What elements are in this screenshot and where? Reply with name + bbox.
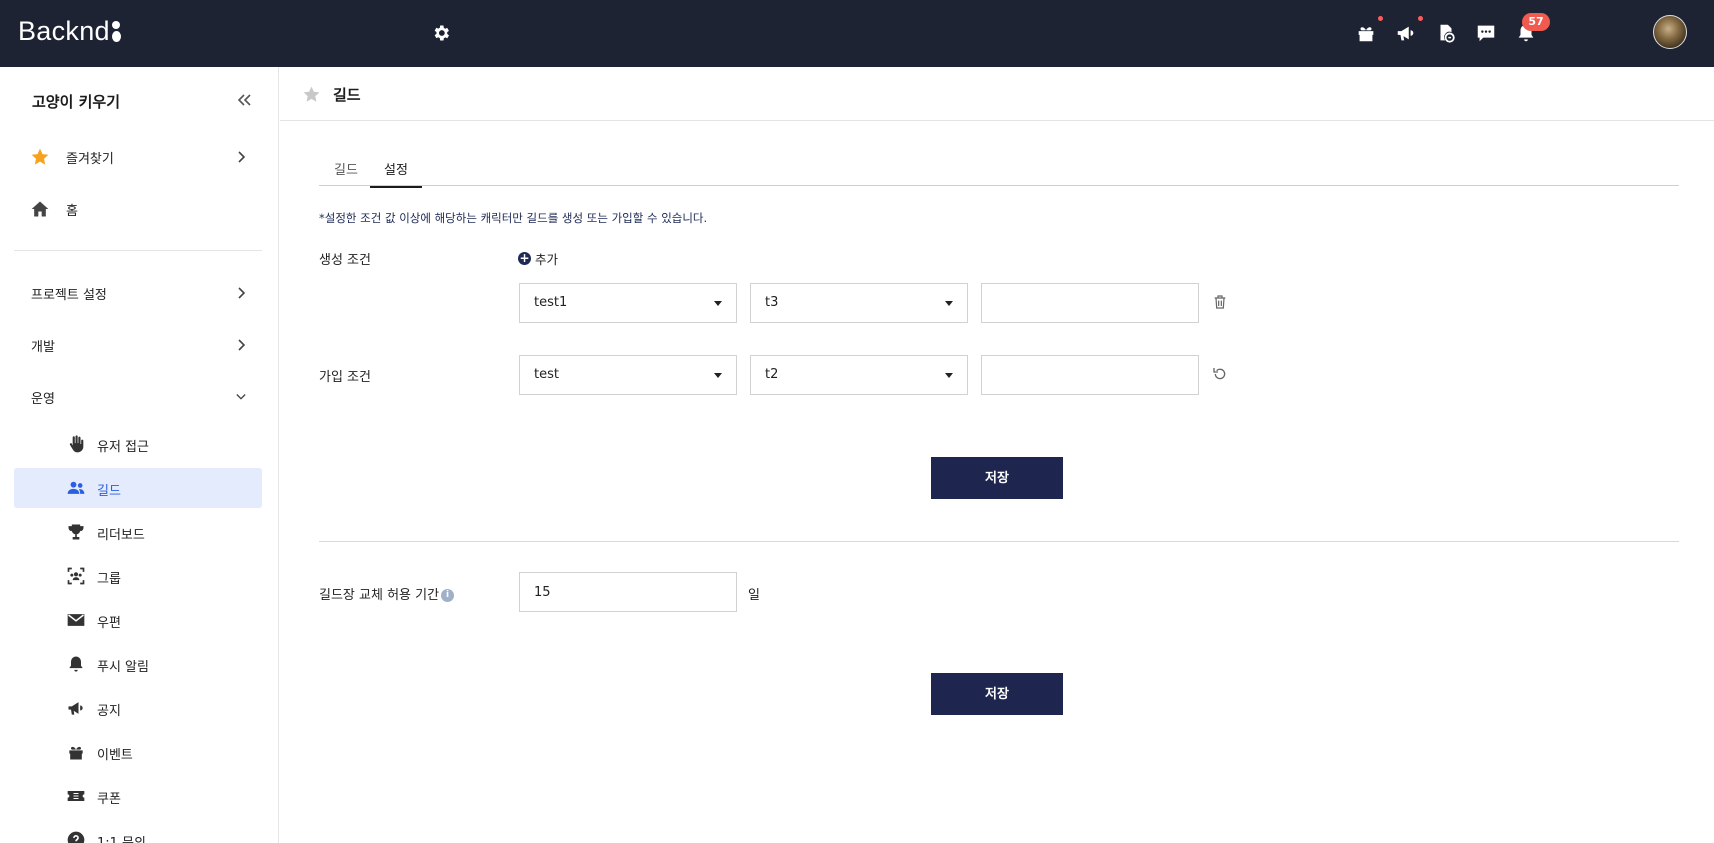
- create-condition-field-select[interactable]: test1: [519, 283, 737, 323]
- page-title: 길드: [333, 86, 361, 104]
- gift-icon[interactable]: [1355, 22, 1377, 44]
- project-name: 고양이 키우기: [32, 93, 121, 111]
- backnd-logo[interactable]: Backnd: [18, 16, 121, 47]
- chevron-right-icon: [238, 339, 246, 351]
- collapse-sidebar-icon[interactable]: [236, 93, 252, 107]
- chat-icon[interactable]: [1475, 22, 1497, 44]
- user-avatar[interactable]: [1653, 15, 1687, 49]
- sidebar-item-favorites[interactable]: 즐겨찾기: [14, 137, 262, 177]
- trophy-icon: [68, 524, 84, 540]
- gear-icon[interactable]: [431, 23, 451, 43]
- megaphone-icon[interactable]: [1395, 22, 1417, 44]
- hand-icon: [69, 435, 84, 453]
- sidebar-item-guild[interactable]: 길드: [14, 468, 262, 508]
- tab-guild[interactable]: 길드: [334, 159, 358, 186]
- tab-settings[interactable]: 설정: [370, 159, 422, 188]
- sidebar: 고양이 키우기 즐겨찾기 홈 프로젝트 설정 개발 운영 유저 접근 길드 리더…: [0, 67, 279, 843]
- sidebar-item-user-access[interactable]: 유저 접근: [14, 424, 262, 464]
- master-change-period-text: 길드장 교체 허용 기간: [319, 588, 440, 603]
- sidebar-item-label: 즐겨찾기: [66, 151, 114, 167]
- chevron-right-icon: [238, 151, 246, 163]
- group-icon: [67, 567, 85, 585]
- gift-icon: [69, 746, 83, 760]
- sidebar-item-label: 그룹: [97, 572, 121, 587]
- sidebar-item-label: 1:1 문의: [97, 832, 146, 843]
- sidebar-item-label: 이벤트: [97, 748, 133, 763]
- favorite-star-icon[interactable]: [302, 85, 321, 104]
- megaphone-icon: [68, 702, 83, 715]
- section-divider: [319, 541, 1679, 542]
- add-condition-button[interactable]: + 추가: [518, 249, 558, 268]
- home-icon: [31, 201, 49, 217]
- sidebar-item-label: 개발: [31, 339, 55, 355]
- reset-icon[interactable]: [1212, 366, 1228, 382]
- trash-icon[interactable]: [1212, 294, 1228, 310]
- sidebar-item-mail[interactable]: 우편: [14, 600, 262, 640]
- caret-down-icon: [714, 373, 722, 378]
- sidebar-item-project-settings[interactable]: 프로젝트 설정: [14, 273, 262, 313]
- sidebar-item-group[interactable]: 그룹: [14, 556, 262, 596]
- sidebar-item-label: 리더보드: [97, 528, 145, 543]
- info-icon[interactable]: i: [441, 589, 455, 602]
- create-condition-operator-select[interactable]: t3: [750, 283, 968, 323]
- notification-count-badge: 57: [1522, 13, 1550, 31]
- plus-circle-icon: +: [518, 251, 531, 265]
- page-header: 길드: [280, 67, 1714, 121]
- master-change-period-label: 길드장 교체 허용 기간 i: [319, 584, 455, 603]
- sidebar-item-home[interactable]: 홈: [14, 189, 262, 229]
- mail-icon: [67, 614, 85, 626]
- select-value: t3: [765, 295, 779, 310]
- chevron-right-icon: [238, 287, 246, 299]
- megaphone-notification-dot: [1418, 16, 1423, 21]
- sidebar-item-coupon[interactable]: 쿠폰: [14, 776, 262, 816]
- top-navigation-bar: Backnd 57: [0, 0, 1714, 67]
- master-change-period-input[interactable]: [519, 572, 737, 612]
- bell-icon: [69, 656, 83, 672]
- users-icon: [67, 481, 85, 494]
- period-unit: 일: [748, 588, 760, 603]
- sidebar-item-operation[interactable]: 운영: [14, 377, 262, 417]
- sidebar-item-label: 우편: [97, 616, 121, 631]
- sidebar-item-label: 푸시 알림: [97, 660, 149, 675]
- ticket-icon: [67, 791, 85, 801]
- join-condition-operator-select[interactable]: t2: [750, 355, 968, 395]
- add-condition-label: 추가: [535, 252, 559, 267]
- sidebar-item-leaderboard[interactable]: 리더보드: [14, 512, 262, 552]
- select-value: test: [534, 367, 559, 382]
- sidebar-item-label: 프로젝트 설정: [31, 287, 107, 303]
- chevron-down-icon: [236, 394, 246, 400]
- logo-text: Backnd: [18, 16, 110, 46]
- select-value: test1: [534, 295, 568, 310]
- document-icon[interactable]: [1435, 22, 1457, 44]
- sidebar-item-inquiry[interactable]: 1:1 문의: [14, 820, 262, 843]
- select-value: t2: [765, 367, 779, 382]
- sidebar-item-label: 길드: [97, 484, 121, 499]
- sidebar-item-event[interactable]: 이벤트: [14, 732, 262, 772]
- join-condition-label: 가입 조건: [319, 370, 371, 385]
- sidebar-item-label: 운영: [31, 391, 55, 407]
- logo-mark-icon: [111, 21, 121, 42]
- join-condition-value-input[interactable]: [981, 355, 1199, 395]
- question-icon: [67, 831, 85, 843]
- sidebar-item-label: 홈: [66, 203, 78, 219]
- save-period-button[interactable]: 저장: [931, 673, 1063, 715]
- sidebar-item-label: 공지: [97, 704, 121, 719]
- create-condition-value-input[interactable]: [981, 283, 1199, 323]
- sidebar-item-notice[interactable]: 공지: [14, 688, 262, 728]
- join-condition-field-select[interactable]: test: [519, 355, 737, 395]
- caret-down-icon: [945, 373, 953, 378]
- star-icon: [31, 148, 49, 165]
- sidebar-item-development[interactable]: 개발: [14, 325, 262, 365]
- settings-notice: *설정한 조건 값 이상에 해당하는 캐릭터만 길드를 생성 또는 가입할 수 …: [319, 211, 708, 225]
- sidebar-item-label: 유저 접근: [97, 440, 149, 455]
- tab-bar: 길드 설정: [319, 156, 1679, 188]
- sidebar-divider: [14, 250, 262, 251]
- sidebar-item-label: 쿠폰: [97, 792, 121, 807]
- sidebar-item-push-notification[interactable]: 푸시 알림: [14, 644, 262, 684]
- caret-down-icon: [714, 301, 722, 306]
- caret-down-icon: [945, 301, 953, 306]
- save-conditions-button[interactable]: 저장: [931, 457, 1063, 499]
- create-condition-label: 생성 조건: [319, 253, 371, 268]
- gift-notification-dot: [1378, 16, 1383, 21]
